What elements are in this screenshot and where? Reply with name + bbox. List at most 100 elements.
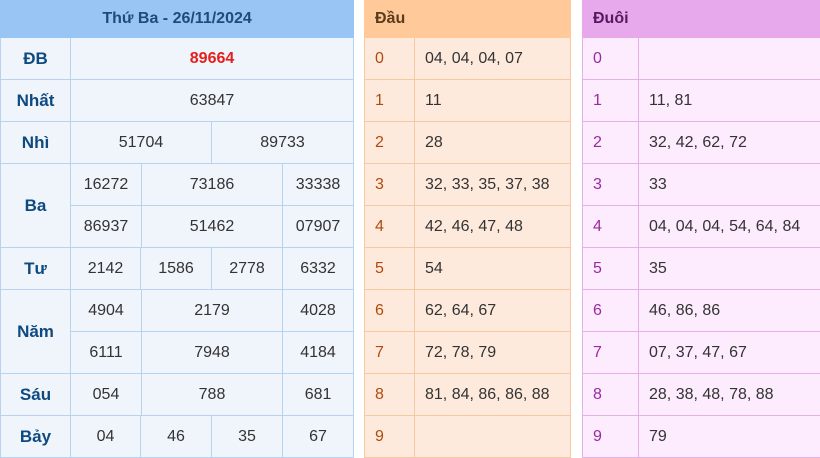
duoi-digit: 8 xyxy=(583,374,639,416)
duoi-digit: 3 xyxy=(583,164,639,206)
duoi-digit: 9 xyxy=(583,416,639,458)
duoi-values: 07, 37, 47, 67 xyxy=(639,332,820,374)
dau-digit: 4 xyxy=(365,206,415,248)
dau-digit: 0 xyxy=(365,38,415,80)
row-nam-1: Năm 4904 2179 4028 xyxy=(1,290,354,332)
dau-row: 662, 64, 67 xyxy=(365,290,571,332)
prize-ba-3: 33338 xyxy=(283,164,354,206)
row-tu: Tư 2142 1586 2778 6332 xyxy=(1,248,354,290)
prize-nam-3: 4028 xyxy=(283,290,354,332)
dau-values: 81, 84, 86, 86, 88 xyxy=(415,374,571,416)
prize-sau-1: 054 xyxy=(71,374,142,416)
prize-nam-1: 4904 xyxy=(71,290,142,332)
duoi-values: 35 xyxy=(639,248,820,290)
prize-tu-3: 2778 xyxy=(212,248,283,290)
prize-bay-4: 67 xyxy=(283,416,354,458)
prize-ba-2: 73186 xyxy=(142,164,283,206)
dau-row: 111 xyxy=(365,80,571,122)
dau-row: 004, 04, 04, 07 xyxy=(365,38,571,80)
prize-bay-3: 35 xyxy=(212,416,283,458)
dau-row: 332, 33, 35, 37, 38 xyxy=(365,164,571,206)
prize-nhi-2: 89733 xyxy=(212,122,354,164)
dau-digit: 2 xyxy=(365,122,415,164)
results-title: Thứ Ba - 26/11/2024 xyxy=(1,1,354,38)
duoi-values: 04, 04, 04, 54, 64, 84 xyxy=(639,206,820,248)
results-table: Thứ Ba - 26/11/2024 ĐB 89664 Nhất 63847 … xyxy=(0,0,354,458)
dau-row: 228 xyxy=(365,122,571,164)
label-nhat: Nhất xyxy=(1,80,71,122)
prize-ba-4: 86937 xyxy=(71,206,142,248)
prize-tu-1: 2142 xyxy=(71,248,141,290)
duoi-row: 646, 86, 86 xyxy=(583,290,820,332)
label-tu: Tư xyxy=(1,248,71,290)
duoi-digit: 1 xyxy=(583,80,639,122)
prize-nam-5: 7948 xyxy=(142,332,283,374)
dau-row: 9 xyxy=(365,416,571,458)
dau-values: 11 xyxy=(415,80,571,122)
dau-digit: 3 xyxy=(365,164,415,206)
dau-digit: 9 xyxy=(365,416,415,458)
dau-row: 772, 78, 79 xyxy=(365,332,571,374)
label-sau: Sáu xyxy=(1,374,71,416)
duoi-digit: 5 xyxy=(583,248,639,290)
dau-table: Đầu 004, 04, 04, 07 111 228 332, 33, 35,… xyxy=(364,0,571,458)
dau-row: 554 xyxy=(365,248,571,290)
dau-digit: 6 xyxy=(365,290,415,332)
row-nhi: Nhì 51704 89733 xyxy=(1,122,354,164)
duoi-digit: 4 xyxy=(583,206,639,248)
prize-bay-1: 04 xyxy=(71,416,141,458)
duoi-values: 32, 42, 62, 72 xyxy=(639,122,820,164)
label-db: ĐB xyxy=(1,38,71,80)
dau-values: 72, 78, 79 xyxy=(415,332,571,374)
label-ba: Ba xyxy=(1,164,71,248)
dau-values: 04, 04, 04, 07 xyxy=(415,38,571,80)
duoi-row: 828, 38, 48, 78, 88 xyxy=(583,374,820,416)
label-nam: Năm xyxy=(1,290,71,374)
dau-values: 54 xyxy=(415,248,571,290)
prize-nam-2: 2179 xyxy=(142,290,283,332)
row-bay: Bảy 04 46 35 67 xyxy=(1,416,354,458)
duoi-header: Đuôi xyxy=(583,1,820,38)
dau-digit: 8 xyxy=(365,374,415,416)
prize-tu-4: 6332 xyxy=(283,248,354,290)
row-ba-1: Ba 16272 73186 33338 xyxy=(1,164,354,206)
duoi-table: Đuôi 0 111, 81 232, 42, 62, 72 333 404, … xyxy=(582,0,820,458)
dau-row: 881, 84, 86, 86, 88 xyxy=(365,374,571,416)
dau-values xyxy=(415,416,571,458)
duoi-digit: 6 xyxy=(583,290,639,332)
row-sau: Sáu 054 788 681 xyxy=(1,374,354,416)
prize-ba-6: 07907 xyxy=(283,206,354,248)
prize-nam-6: 4184 xyxy=(283,332,354,374)
row-nhat: Nhất 63847 xyxy=(1,80,354,122)
duoi-digit: 0 xyxy=(583,38,639,80)
prize-nam-4: 6111 xyxy=(71,332,142,374)
prize-nhat: 63847 xyxy=(71,80,354,122)
prize-sau-2: 788 xyxy=(142,374,283,416)
prize-ba-5: 51462 xyxy=(142,206,283,248)
duoi-row: 535 xyxy=(583,248,820,290)
dau-values: 28 xyxy=(415,122,571,164)
dau-digit: 5 xyxy=(365,248,415,290)
duoi-values: 46, 86, 86 xyxy=(639,290,820,332)
duoi-row: 0 xyxy=(583,38,820,80)
dau-row: 442, 46, 47, 48 xyxy=(365,206,571,248)
dau-header: Đầu xyxy=(365,1,571,38)
dau-values: 42, 46, 47, 48 xyxy=(415,206,571,248)
duoi-digit: 7 xyxy=(583,332,639,374)
dau-values: 62, 64, 67 xyxy=(415,290,571,332)
prize-ba-1: 16272 xyxy=(71,164,142,206)
dau-values: 32, 33, 35, 37, 38 xyxy=(415,164,571,206)
dau-digit: 7 xyxy=(365,332,415,374)
duoi-row: 232, 42, 62, 72 xyxy=(583,122,820,164)
duoi-row: 333 xyxy=(583,164,820,206)
prize-sau-3: 681 xyxy=(283,374,354,416)
prize-bay-2: 46 xyxy=(141,416,212,458)
duoi-values xyxy=(639,38,820,80)
label-nhi: Nhì xyxy=(1,122,71,164)
duoi-values: 33 xyxy=(639,164,820,206)
row-db: ĐB 89664 xyxy=(1,38,354,80)
prize-tu-2: 1586 xyxy=(141,248,212,290)
prize-db: 89664 xyxy=(71,38,354,80)
label-bay: Bảy xyxy=(1,416,71,458)
duoi-values: 11, 81 xyxy=(639,80,820,122)
